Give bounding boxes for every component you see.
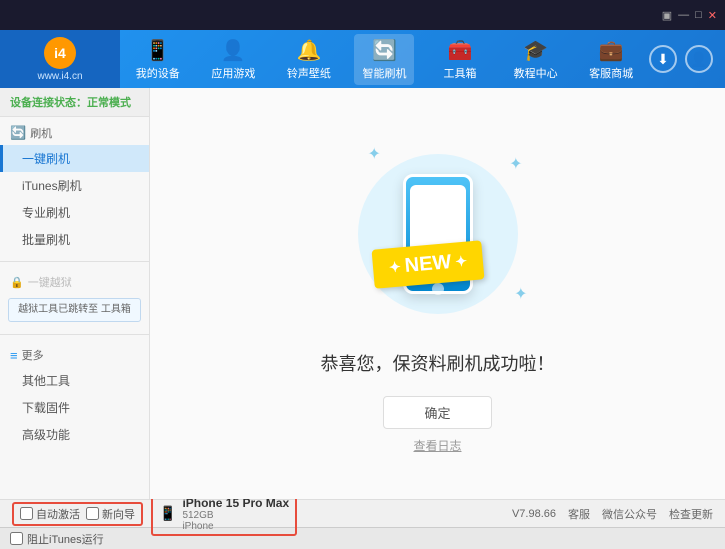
nav-my-device-label: 我的设备 [136,65,180,81]
nav-toolbox-label: 工具箱 [444,65,477,81]
device-type: iPhone [182,521,289,532]
success-message: 恭喜您，保资料刷机成功啦！ [321,350,555,376]
status-value: 正常模式 [87,97,131,109]
sidebar-item-onekey-flash[interactable]: 一键刷机 [0,145,149,172]
sidebar: 设备连接状态：正常模式 🔄 刷机 一键刷机 iTunes刷机 专业刷机 批量刷机… [0,88,150,499]
device-details: iPhone 15 Pro Max 512GB iPhone [182,496,289,532]
logo-url: www.i4.cn [37,71,82,82]
tutorials-icon: 🎓 [523,38,548,63]
new-ribbon-label: NEW [371,240,484,288]
block-itunes-checkbox[interactable]: 阻止iTunes运行 [10,531,104,547]
version-label: V7.98.66 [512,508,556,520]
sidebar-item-other-tools[interactable]: 其他工具 [0,367,149,394]
nav-ringtones[interactable]: 🔔 铃声壁纸 [279,34,339,85]
confirm-button[interactable]: 确定 [383,396,491,429]
new-guide-label: 新向导 [102,506,135,522]
sidebar-item-itunes-flash[interactable]: iTunes刷机 [0,172,149,199]
download-icon[interactable]: ⬇ [649,45,677,73]
auto-activate-input[interactable] [20,507,33,520]
main-content: ✦ ✦ ✦ NEW 恭喜您，保资料刷机成功啦！ 确定 查看日志 [150,88,725,499]
jailbreak-note: 越狱工具已跳转至 工具箱 [8,298,141,322]
jailbreak-section-title: 🔒 一键越狱 [0,270,149,294]
more-section-title: ≡ 更多 [0,343,149,367]
connection-status: 设备连接状态：正常模式 [0,88,149,117]
jailbreak-section: 🔒 一键越狱 越狱工具已跳转至 工具箱 [0,266,149,330]
ringtones-icon: 🔔 [296,38,321,63]
minimize-button[interactable]: — [678,9,689,21]
phone-home-button [432,283,444,295]
new-guide-input[interactable] [86,507,99,520]
more-section-icon: ≡ [10,348,18,363]
auto-activate-label: 自动激活 [36,506,80,522]
nav-shop-label: 客服商城 [589,65,633,81]
my-device-icon: 📱 [145,38,170,63]
sparkle-3: ✦ [514,284,527,304]
nav-shop[interactable]: 💼 客服商城 [581,34,641,85]
phone-illustration: NEW [403,174,473,294]
sidebar-item-advanced[interactable]: 高级功能 [0,421,149,448]
user-icon[interactable]: 👤 [685,45,713,73]
device-phone-icon: 📱 [159,505,176,522]
flash-section: 🔄 刷机 一键刷机 iTunes刷机 专业刷机 批量刷机 [0,117,149,257]
wechat-link[interactable]: 微信公众号 [602,506,657,522]
wifi-icon: ▣ [662,9,672,22]
flash-icon: 🔄 [372,38,397,63]
nav-apps-label: 应用游戏 [211,65,255,81]
window-titlebar: ▣ — □ ✕ [0,0,725,30]
new-badge: NEW [373,245,483,284]
nav-apps[interactable]: 👤 应用游戏 [203,34,263,85]
nav-ringtones-label: 铃声壁纸 [287,65,331,81]
block-itunes-input[interactable] [10,532,23,545]
support-link[interactable]: 客服 [568,506,590,522]
sparkle-1: ✦ [368,144,381,164]
maximize-button[interactable]: □ [695,9,702,21]
success-illustration: ✦ ✦ ✦ NEW [338,134,538,334]
app-header: i4 www.i4.cn 📱 我的设备 👤 应用游戏 🔔 铃声壁纸 🔄 智能刷机… [0,30,725,88]
sidebar-item-pro-flash[interactable]: 专业刷机 [0,199,149,226]
more-section: ≡ 更多 其他工具 下载固件 高级功能 [0,339,149,452]
flash-section-title: 🔄 刷机 [0,121,149,145]
nav-flash-label: 智能刷机 [362,65,406,81]
flash-section-icon: 🔄 [10,125,26,141]
nav-tutorials-label: 教程中心 [514,65,558,81]
device-storage: 512GB [182,510,289,521]
nav-tutorials[interactable]: 🎓 教程中心 [506,34,566,85]
device-info-panel: 自动激活 新向导 [12,502,143,526]
app-logo: i4 www.i4.cn [0,30,120,88]
sparkle-2: ✦ [509,154,522,174]
auto-activate-checkbox[interactable]: 自动激活 [20,506,80,522]
main-navigation: 📱 我的设备 👤 应用游戏 🔔 铃声壁纸 🔄 智能刷机 🧰 工具箱 🎓 教程中心… [120,30,649,88]
block-itunes-label: 阻止iTunes运行 [27,531,104,547]
bottom-right-info: V7.98.66 客服 微信公众号 检查更新 [512,506,713,522]
status-bar: 自动激活 新向导 📱 iPhone 15 Pro Max 512GB iPhon… [0,499,725,527]
sidebar-divider-1 [0,261,149,262]
shop-icon: 💼 [599,38,624,63]
nav-flash[interactable]: 🔄 智能刷机 [354,34,414,85]
nav-toolbox[interactable]: 🧰 工具箱 [430,34,490,85]
apps-icon: 👤 [221,38,246,63]
toolbox-icon: 🧰 [448,38,473,63]
lock-icon: 🔒 [10,276,24,289]
nav-my-device[interactable]: 📱 我的设备 [128,34,188,85]
sidebar-divider-2 [0,334,149,335]
sidebar-item-batch-flash[interactable]: 批量刷机 [0,226,149,253]
new-guide-checkbox[interactable]: 新向导 [86,506,135,522]
header-right-controls: ⬇ 👤 [649,45,725,73]
main-area: 设备连接状态：正常模式 🔄 刷机 一键刷机 iTunes刷机 专业刷机 批量刷机… [0,88,725,499]
close-button[interactable]: ✕ [708,9,717,22]
view-log-button[interactable]: 查看日志 [413,437,461,454]
sidebar-item-download-firmware[interactable]: 下载固件 [0,394,149,421]
check-update-link[interactable]: 检查更新 [669,506,713,522]
status-label: 设备连接状态： [10,97,87,109]
logo-icon: i4 [44,37,76,69]
